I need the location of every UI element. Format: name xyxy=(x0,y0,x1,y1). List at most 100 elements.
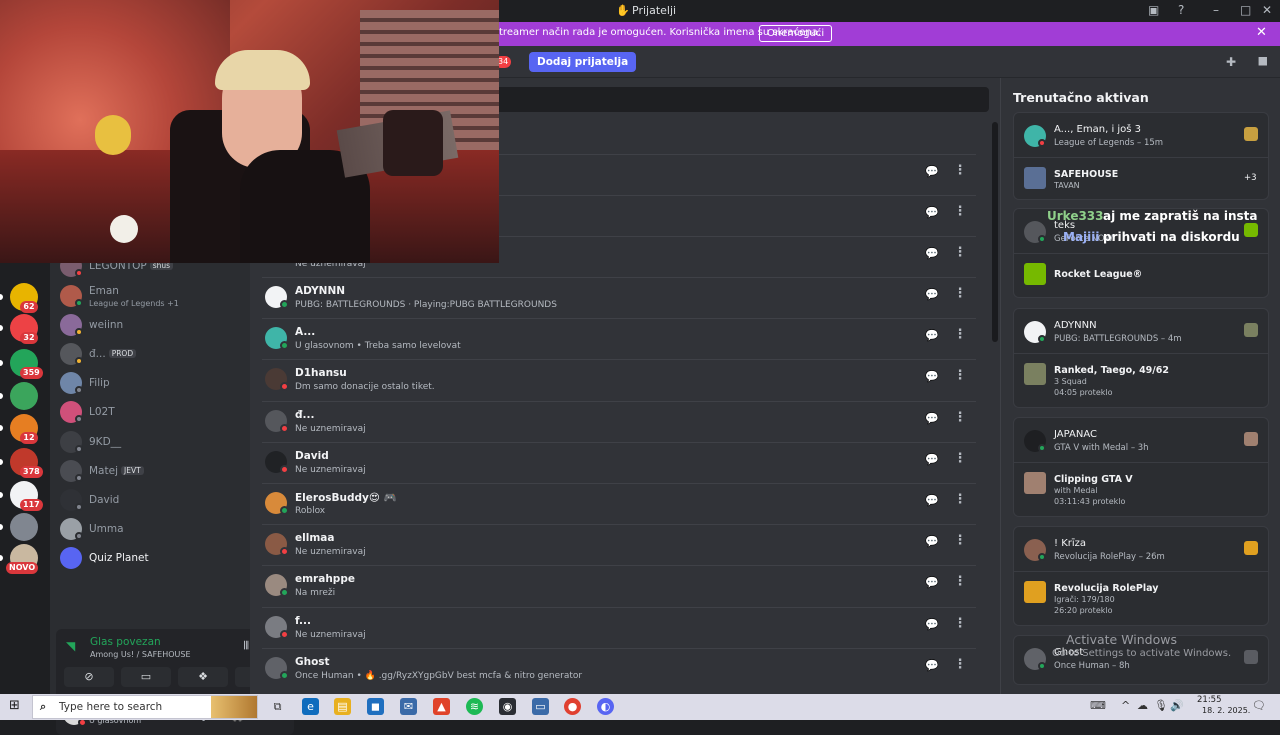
more-options-icon[interactable]: ⋮ xyxy=(952,204,968,222)
message-icon[interactable]: 💬 xyxy=(924,329,940,345)
active-now-card[interactable]: ! Krīza Revolucija RolePlay – 26m Revoluci… xyxy=(1013,526,1269,626)
more-options-icon[interactable]: ⋮ xyxy=(952,327,968,345)
message-icon[interactable]: 💬 xyxy=(924,412,940,428)
friend-row[interactable]: đ... Ne uznemiravaj 💬 ⋮ xyxy=(262,400,976,442)
message-icon[interactable]: 💬 xyxy=(924,453,940,469)
friend-name: ellmaa xyxy=(295,532,335,545)
add-friend-button[interactable]: Dodaj prijatelja xyxy=(529,52,637,72)
inbox-icon[interactable]: ⯀ xyxy=(1258,55,1268,70)
app-icon[interactable]: ◉ xyxy=(499,698,516,715)
inbox-icon[interactable]: ▣ xyxy=(1148,3,1159,17)
volume-icon[interactable]: 🔊 xyxy=(1170,699,1184,712)
more-options-icon[interactable]: ⋮ xyxy=(952,616,968,634)
message-icon[interactable]: 💬 xyxy=(924,247,940,263)
close-banner-icon[interactable]: ✕ xyxy=(1256,25,1267,40)
dm-item[interactable]: David xyxy=(58,487,243,513)
dm-item[interactable]: Matej JEVT xyxy=(58,458,243,484)
divider xyxy=(1014,353,1268,354)
dm-item[interactable]: đ... PROD xyxy=(58,341,243,367)
discord-taskbar-icon[interactable]: ◐ xyxy=(597,698,614,715)
message-icon[interactable]: 💬 xyxy=(924,494,940,510)
dm-item[interactable]: L02T xyxy=(58,399,243,425)
game-badge-icon xyxy=(1244,223,1258,237)
noise-suppression-icon[interactable]: 𝄃𝄃 xyxy=(244,639,249,653)
friend-row[interactable]: emrahppe Na mreži 💬 ⋮ xyxy=(262,565,976,606)
brave-icon[interactable]: ▲ xyxy=(433,698,450,715)
card-subtitle: League of Legends – 15m xyxy=(1054,138,1164,148)
active-now-card[interactable]: JAPANAC GTA V with Medal – 3h Clipping GTA… xyxy=(1013,417,1269,517)
more-options-icon[interactable]: ⋮ xyxy=(952,492,968,510)
clock-date[interactable]: 18. 2. 2025. xyxy=(1202,706,1250,715)
maximize-button[interactable]: □ xyxy=(1240,3,1251,17)
friend-row[interactable]: f... Ne uznemiravaj 💬 ⋮ xyxy=(262,606,976,648)
taskbar-search-input[interactable]: ⌕ Type here to search xyxy=(32,695,258,719)
message-icon[interactable]: 💬 xyxy=(924,370,940,386)
dm-item[interactable]: 9KD__ xyxy=(58,429,243,455)
friend-row[interactable]: D1hansu Dm samo donacije ostalo tiket. 💬 ⋮ xyxy=(262,359,976,400)
scrollbar[interactable] xyxy=(992,122,998,342)
pikachu-plush xyxy=(95,115,131,155)
friend-row[interactable]: Ghost Once Human • 🔥 .gg/RyzXYgpGbV best … xyxy=(262,647,976,689)
new-group-dm-icon[interactable]: ✚ xyxy=(1226,55,1236,69)
friend-row[interactable]: A... U glasovnom • Treba samo levelovat 💬 ⋮ xyxy=(262,318,976,359)
friend-status-text: Na mreži xyxy=(295,588,336,599)
more-options-icon[interactable]: ⋮ xyxy=(952,286,968,304)
more-options-icon[interactable]: ⋮ xyxy=(952,245,968,263)
friend-row[interactable]: David Ne uznemiravaj 💬 ⋮ xyxy=(262,441,976,483)
more-options-icon[interactable]: ⋮ xyxy=(952,451,968,469)
activities-button[interactable]: ❖ xyxy=(178,667,228,687)
camera-off-button[interactable]: ⊘ xyxy=(64,667,114,687)
store-icon[interactable]: ◼ xyxy=(367,698,384,715)
mail-icon[interactable]: ✉ xyxy=(400,698,417,715)
disable-streamer-button[interactable]: Onemogući xyxy=(759,25,833,42)
notifications-icon[interactable]: 🗨 xyxy=(1252,699,1266,712)
spotify-icon[interactable]: ≋ xyxy=(466,698,483,715)
divider xyxy=(1014,157,1268,158)
more-options-icon[interactable]: ⋮ xyxy=(952,657,968,675)
dm-item[interactable]: weiinn xyxy=(58,312,243,338)
friend-status-text: PUBG: BATTLEGROUNDS · Playing:PUBG BATTL… xyxy=(295,300,557,310)
message-icon[interactable]: 💬 xyxy=(924,288,940,304)
mic-tray-icon[interactable]: 🎙 xyxy=(1154,699,1168,712)
tray-chevron-icon[interactable]: ^ xyxy=(1121,699,1130,712)
more-options-icon[interactable]: ⋮ xyxy=(952,574,968,592)
keyboard-icon[interactable]: ⌨ xyxy=(1090,699,1106,712)
message-icon[interactable]: 💬 xyxy=(924,618,940,634)
status-dot xyxy=(280,588,289,598)
more-options-icon[interactable]: ⋮ xyxy=(952,368,968,386)
file-explorer-icon[interactable]: ▤ xyxy=(334,698,351,715)
screen-share-button[interactable]: ▭ xyxy=(121,667,171,687)
message-icon[interactable]: 💬 xyxy=(924,576,940,592)
help-icon[interactable]: ? xyxy=(1178,3,1184,17)
minimize-button[interactable]: – xyxy=(1213,3,1219,17)
voice-channel[interactable]: Among Us! / SAFEHOUSE xyxy=(90,650,191,659)
friend-name: ElerosBuddy😍 🎮 xyxy=(295,492,397,504)
close-window-button[interactable]: ✕ xyxy=(1262,3,1272,17)
active-now-card[interactable]: ADYNNN PUBG: BATTLEGROUNDS – 4m Ranked, Ta… xyxy=(1013,308,1269,408)
friend-status-text: Ne uznemiravaj xyxy=(295,423,366,434)
friend-row[interactable]: ADYNNN PUBG: BATTLEGROUNDS · Playing:PUBG… xyxy=(262,277,976,318)
more-options-icon[interactable]: ⋮ xyxy=(952,410,968,428)
dm-item[interactable]: Filip xyxy=(58,370,243,396)
dm-item[interactable]: Umma xyxy=(58,516,243,542)
more-options-icon[interactable]: ⋮ xyxy=(952,163,968,181)
message-icon[interactable]: 💬 xyxy=(924,659,940,675)
network-icon[interactable]: ☁ xyxy=(1137,699,1148,712)
server-icon[interactable] xyxy=(10,382,38,410)
server-icon[interactable] xyxy=(10,513,38,541)
message-icon[interactable]: 💬 xyxy=(924,535,940,551)
windows-start-icon[interactable]: ⊞ xyxy=(9,698,20,713)
clock-time[interactable]: 21:55 xyxy=(1197,695,1222,705)
more-options-icon[interactable]: ⋮ xyxy=(952,533,968,551)
message-icon[interactable]: 💬 xyxy=(924,165,940,181)
dm-item[interactable]: Quiz Planet xyxy=(58,545,243,571)
friend-row[interactable]: ellmaa Ne uznemiravaj 💬 ⋮ xyxy=(262,524,976,565)
task-view-icon[interactable]: ⧉ xyxy=(269,698,286,715)
message-icon[interactable]: 💬 xyxy=(924,206,940,222)
edge-icon[interactable]: e xyxy=(302,698,319,715)
chrome-icon[interactable]: ● xyxy=(564,698,581,715)
friend-row[interactable]: ElerosBuddy😍 🎮 Roblox 💬 ⋮ xyxy=(262,483,976,524)
screen-icon[interactable]: ▭ xyxy=(532,698,549,715)
active-now-card[interactable]: A..., Eman, i još 3 League of Legends – 1… xyxy=(1013,112,1269,200)
dm-item[interactable]: Eman League of Legends +1 xyxy=(58,283,243,309)
